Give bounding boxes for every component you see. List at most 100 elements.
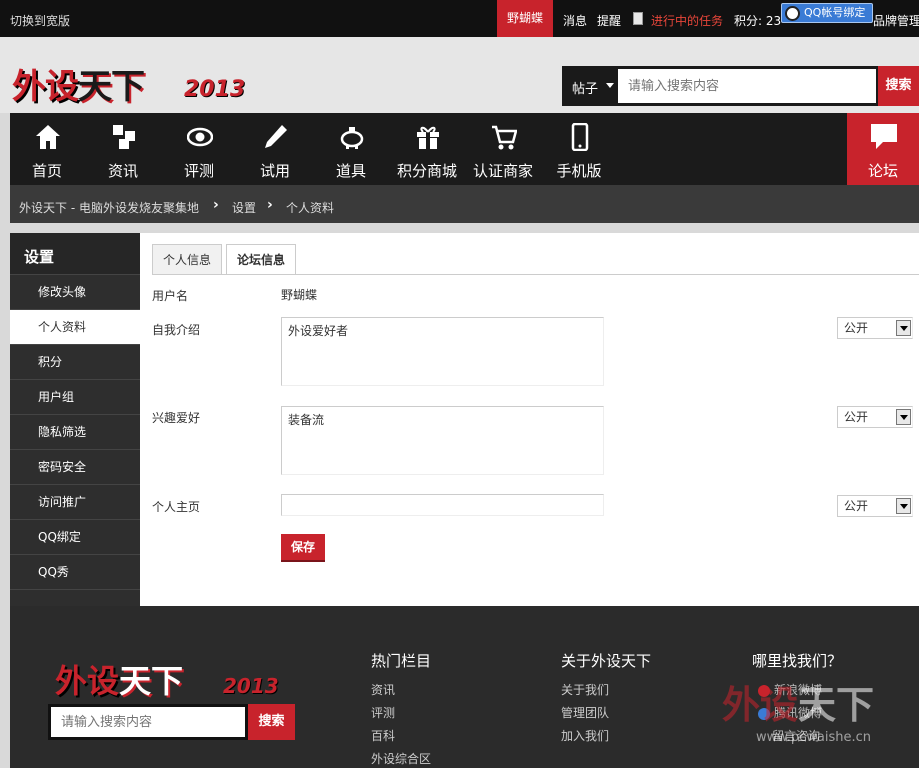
search-button[interactable]: 搜索	[878, 66, 919, 106]
footer-col-find-us: 哪里找我们？	[752, 652, 843, 670]
qq-bind-label: QQ帐号绑定	[804, 6, 866, 19]
header: 外设天下 2013 帖子 搜索	[0, 37, 919, 113]
nav-item-forum[interactable]: 论坛	[847, 113, 919, 185]
nav-label: 资讯	[107, 162, 138, 180]
intro-textarea[interactable]: 外设爱好者	[281, 317, 604, 386]
breadcrumb: 外设天下 - 电脑外设发烧友聚集地 › 设置 › 个人资料	[10, 185, 919, 223]
task-icon	[633, 12, 643, 25]
phone-icon	[571, 123, 589, 151]
sidebar-item-password[interactable]: 密码安全	[10, 450, 140, 485]
chevron-down-icon	[896, 409, 911, 425]
chevron-down-icon	[606, 83, 614, 88]
username-value: 野蝴蝶	[281, 288, 318, 302]
footer-logo-dark: 天下	[119, 662, 184, 700]
watermark-red: 外设	[722, 682, 799, 727]
nav-item-props[interactable]: 道具	[316, 113, 386, 185]
footer-logo-year: 2013	[223, 674, 279, 698]
nav-label: 认证商家	[472, 162, 533, 180]
homepage-input[interactable]	[281, 494, 604, 516]
remind-link[interactable]: 提醒	[597, 12, 621, 29]
sidebar-item-privacy[interactable]: 隐私筛选	[10, 415, 140, 450]
qq-bind-button[interactable]: QQ帐号绑定	[781, 3, 873, 23]
footer-link[interactable]: 外设综合区	[371, 750, 431, 767]
hobby-textarea[interactable]: 装备流	[281, 406, 604, 475]
search-type-select[interactable]: 帖子	[572, 78, 598, 97]
nav-item-home[interactable]: 首页	[12, 113, 82, 185]
qq-icon	[785, 6, 800, 21]
chevron-right-icon: ›	[213, 197, 219, 213]
sidebar-title: 设置	[10, 233, 140, 275]
logo-text-red: 外设	[12, 67, 79, 107]
nav-label: 论坛	[867, 162, 898, 180]
footer-link[interactable]: 管理团队	[561, 704, 609, 721]
username-link[interactable]: 野蝴蝶	[497, 0, 553, 37]
pencil-icon	[265, 125, 287, 148]
watermark-white: 天下	[798, 682, 875, 727]
save-button[interactable]: 保存	[281, 534, 325, 560]
nav-item-certified-merchant[interactable]: 认证商家	[468, 113, 538, 185]
footer-link[interactable]: 加入我们	[561, 727, 609, 744]
switch-wide-link[interactable]: 切换到宽版	[10, 12, 70, 29]
breadcrumb-current: 个人资料	[286, 201, 335, 215]
nav-item-mobile[interactable]: 手机版	[544, 113, 614, 185]
site-watermark: 外设天下 www.pcwaishe.cn	[722, 674, 912, 754]
footer: 外设天下 2013 搜索 热门栏目 资讯 评测 百科 外设综合区 关于外设天下 …	[10, 606, 919, 768]
footer-col-about: 关于外设天下	[561, 652, 652, 670]
nav-label: 道具	[335, 162, 366, 180]
home-icon	[36, 125, 60, 149]
footer-link[interactable]: 评测	[371, 704, 395, 721]
footer-search-button[interactable]: 搜索	[248, 704, 295, 740]
nav-label: 试用	[259, 162, 290, 180]
nav-label: 首页	[31, 162, 62, 180]
profile-panel: 个人信息 论坛信息 用户名 野蝴蝶 自我介绍 外设爱好者 公开 兴趣爱好 装备流…	[140, 233, 919, 606]
chevron-down-icon	[896, 498, 911, 514]
footer-logo[interactable]: 外设天下 2013	[55, 656, 285, 704]
footer-link[interactable]: 关于我们	[561, 681, 609, 698]
sidebar-item-avatar[interactable]: 修改头像	[10, 275, 140, 310]
points-link[interactable]: 积分: 23	[734, 12, 781, 29]
brand-manage-link[interactable]: 品牌管理	[873, 12, 919, 29]
gift-icon	[417, 126, 439, 149]
username-label: 用户名	[152, 289, 189, 303]
logo-year: 2013	[184, 77, 246, 102]
sidebar-item-points[interactable]: 积分	[10, 345, 140, 380]
footer-link[interactable]: 百科	[371, 727, 395, 744]
footer-link[interactable]: 资讯	[371, 681, 395, 698]
nav-item-review[interactable]: 评测	[164, 113, 234, 185]
main-nav: 首页 资讯 评测 试用 道具 积分商城 认证商家 手机版 论坛	[10, 113, 919, 185]
privacy-value: 公开	[844, 499, 869, 513]
nav-item-points-mall[interactable]: 积分商城	[392, 113, 462, 185]
sidebar-item-qq-bind[interactable]: QQ绑定	[10, 520, 140, 555]
tab-personal-info[interactable]: 个人信息	[152, 244, 222, 275]
sidebar-item-promotion[interactable]: 访问推广	[10, 485, 140, 520]
cart-icon	[492, 125, 517, 150]
site-logo[interactable]: 外设天下 2013	[12, 59, 246, 107]
piggy-icon	[340, 127, 364, 149]
privacy-value: 公开	[844, 321, 869, 335]
watermark-url: www.pcwaishe.cn	[756, 730, 871, 745]
sidebar-item-qq-show[interactable]: QQ秀	[10, 555, 140, 590]
logo-text-dark: 天下	[78, 67, 145, 107]
homepage-label: 个人主页	[152, 500, 201, 514]
nav-item-trial[interactable]: 试用	[240, 113, 310, 185]
messages-link[interactable]: 消息	[563, 12, 587, 29]
nav-label: 评测	[183, 162, 214, 180]
hobby-privacy-select[interactable]: 公开	[837, 406, 913, 428]
footer-col-hot: 热门栏目	[371, 652, 432, 670]
sidebar-item-usergroup[interactable]: 用户组	[10, 380, 140, 415]
tab-forum-info[interactable]: 论坛信息	[226, 244, 296, 275]
privacy-value: 公开	[844, 410, 869, 424]
breadcrumb-settings[interactable]: 设置	[232, 199, 256, 216]
homepage-privacy-select[interactable]: 公开	[837, 495, 913, 517]
news-icon	[113, 125, 135, 149]
search-box: 帖子	[562, 66, 878, 106]
footer-search-input[interactable]	[51, 707, 245, 737]
intro-privacy-select[interactable]: 公开	[837, 317, 913, 339]
footer-logo-red: 外设	[55, 662, 120, 700]
sidebar-item-profile[interactable]: 个人资料	[10, 310, 140, 345]
nav-item-news[interactable]: 资讯	[88, 113, 158, 185]
tasks-link[interactable]: 进行中的任务	[651, 12, 723, 29]
search-input[interactable]	[618, 69, 876, 103]
breadcrumb-home[interactable]: 外设天下 - 电脑外设发烧友聚集地	[19, 199, 199, 216]
hobby-label: 兴趣爱好	[152, 411, 201, 425]
